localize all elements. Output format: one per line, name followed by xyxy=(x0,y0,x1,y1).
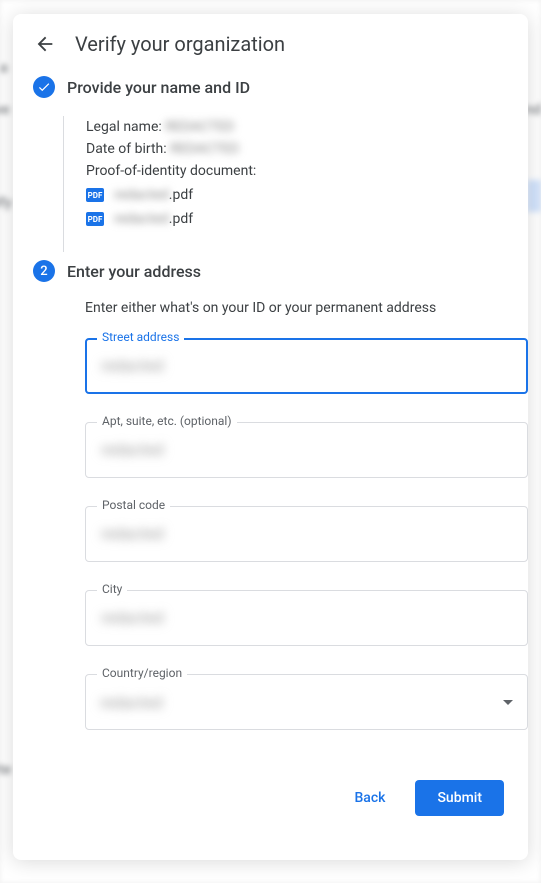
submit-button[interactable]: Submit xyxy=(415,780,504,816)
step1-title: Provide your name and ID xyxy=(67,78,250,97)
step1-header: Provide your name and ID xyxy=(13,76,528,116)
postal-field: Postal code redacted xyxy=(85,506,528,562)
modal-header: Verify your organization xyxy=(13,14,528,76)
back-arrow-button[interactable] xyxy=(33,32,57,56)
back-button[interactable]: Back xyxy=(332,780,407,816)
country-select[interactable]: redacted xyxy=(85,674,528,730)
country-field: Country/region redacted xyxy=(85,674,528,730)
pdf-icon: PDF xyxy=(86,212,104,226)
step2-number-badge: 2 xyxy=(33,260,55,282)
pdf-icon: PDF xyxy=(86,188,104,202)
apt-field: Apt, suite, etc. (optional) redacted xyxy=(85,422,528,478)
file-row-1: PDF redacted.pdf xyxy=(86,184,528,206)
legal-name-row: Legal name: REDACTED xyxy=(86,116,528,138)
city-label: City xyxy=(97,582,127,596)
apt-label: Apt, suite, etc. (optional) xyxy=(97,414,237,428)
step1-check-icon xyxy=(33,76,55,98)
step1-content: Legal name: REDACTED Date of birth: REDA… xyxy=(63,116,528,252)
street-address-field: Street address redacted xyxy=(85,338,528,394)
dob-row: Date of birth: REDACTED xyxy=(86,138,528,160)
country-label: Country/region xyxy=(97,666,187,680)
city-field: City redacted xyxy=(85,590,528,646)
street-address-label: Street address xyxy=(97,330,184,344)
step2-helper: Enter either what's on your ID or your p… xyxy=(85,300,528,316)
chevron-down-icon xyxy=(503,700,513,705)
step2-title: Enter your address xyxy=(67,262,201,281)
step2-content: Enter either what's on your ID or your p… xyxy=(63,300,528,766)
step2-header: 2 Enter your address xyxy=(13,260,528,300)
modal-title: Verify your organization xyxy=(75,32,285,56)
doc-label: Proof-of-identity document: xyxy=(86,160,528,182)
verify-org-modal: Verify your organization Provide your na… xyxy=(13,14,528,860)
modal-footer: Back Submit xyxy=(13,774,528,816)
postal-label: Postal code xyxy=(97,498,170,512)
arrow-back-icon xyxy=(34,33,56,55)
file-row-2: PDF redacted.pdf xyxy=(86,208,528,230)
